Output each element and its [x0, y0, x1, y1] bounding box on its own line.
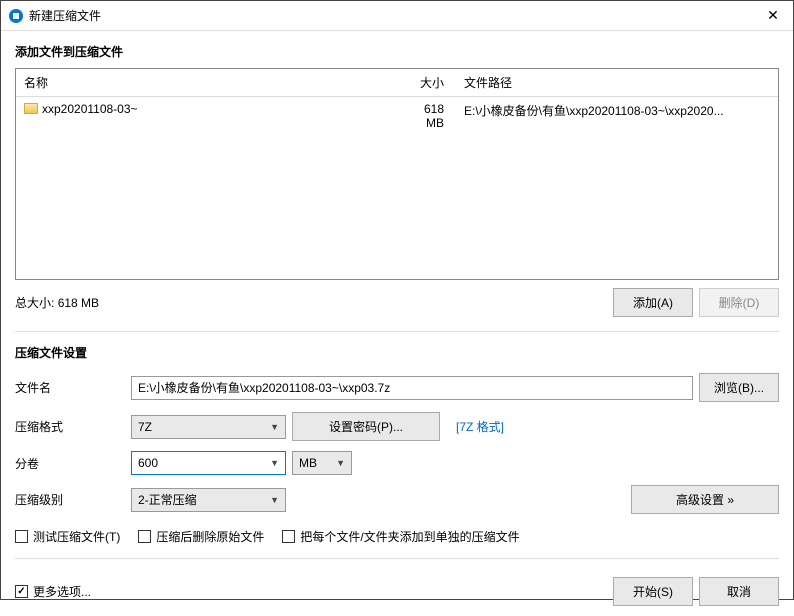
- more-options-checkbox[interactable]: 更多选项...: [15, 583, 91, 600]
- chevron-down-icon: ▼: [336, 458, 345, 468]
- table-row[interactable]: xxp20201108-03~ 618 MB E:\小橡皮备份\有鱼\xxp20…: [16, 97, 778, 135]
- chevron-down-icon: ▼: [270, 495, 279, 505]
- table-header: 名称 大小 文件路径: [16, 69, 778, 97]
- add-files-heading: 添加文件到压缩文件: [15, 43, 779, 60]
- titlebar: 新建压缩文件 ✕: [1, 1, 793, 31]
- split-label: 分卷: [15, 455, 131, 472]
- window-title: 新建压缩文件: [29, 7, 753, 24]
- delete-after-checkbox[interactable]: 压缩后删除原始文件: [138, 528, 264, 545]
- total-size-label: 总大小: 618 MB: [15, 294, 99, 311]
- start-button[interactable]: 开始(S): [613, 577, 693, 606]
- cell-size: 618 MB: [396, 99, 456, 133]
- chevron-down-icon: ▼: [270, 422, 279, 432]
- format-link[interactable]: [7Z 格式]: [456, 418, 504, 435]
- app-icon: [9, 9, 23, 23]
- cell-path: E:\小橡皮备份\有鱼\xxp20201108-03~\xxp2020...: [456, 99, 778, 133]
- cell-name: xxp20201108-03~: [16, 99, 396, 133]
- add-button[interactable]: 添加(A): [613, 288, 693, 317]
- set-password-button[interactable]: 设置密码(P)...: [292, 412, 440, 441]
- divider: [15, 331, 779, 332]
- divider: [15, 558, 779, 559]
- level-combo[interactable]: 2-正常压缩▼: [131, 488, 286, 512]
- browse-button[interactable]: 浏览(B)...: [699, 373, 779, 402]
- test-checkbox[interactable]: 测试压缩文件(T): [15, 528, 120, 545]
- cancel-button[interactable]: 取消: [699, 577, 779, 606]
- filename-label: 文件名: [15, 379, 131, 396]
- file-table: 名称 大小 文件路径 xxp20201108-03~ 618 MB E:\小橡皮…: [15, 68, 779, 280]
- close-button[interactable]: ✕: [753, 1, 793, 31]
- filename-input[interactable]: [131, 376, 693, 400]
- split-value-combo[interactable]: 600▼: [131, 451, 286, 475]
- level-label: 压缩级别: [15, 491, 131, 508]
- settings-heading: 压缩文件设置: [15, 344, 779, 361]
- checkbox-checked-icon: [15, 585, 28, 598]
- advanced-button[interactable]: 高级设置 »: [631, 485, 779, 514]
- folder-icon: [24, 103, 38, 114]
- checkbox-icon: [282, 530, 295, 543]
- checkbox-icon: [15, 530, 28, 543]
- split-unit-combo[interactable]: MB▼: [292, 451, 352, 475]
- col-path[interactable]: 文件路径: [456, 71, 778, 94]
- each-separate-checkbox[interactable]: 把每个文件/文件夹添加到单独的压缩文件: [282, 528, 519, 545]
- chevron-down-icon: ▼: [270, 458, 279, 468]
- remove-button: 删除(D): [699, 288, 779, 317]
- col-name[interactable]: 名称: [16, 71, 396, 94]
- format-label: 压缩格式: [15, 418, 131, 435]
- col-size[interactable]: 大小: [396, 71, 456, 94]
- format-combo[interactable]: 7Z▼: [131, 415, 286, 439]
- checkbox-icon: [138, 530, 151, 543]
